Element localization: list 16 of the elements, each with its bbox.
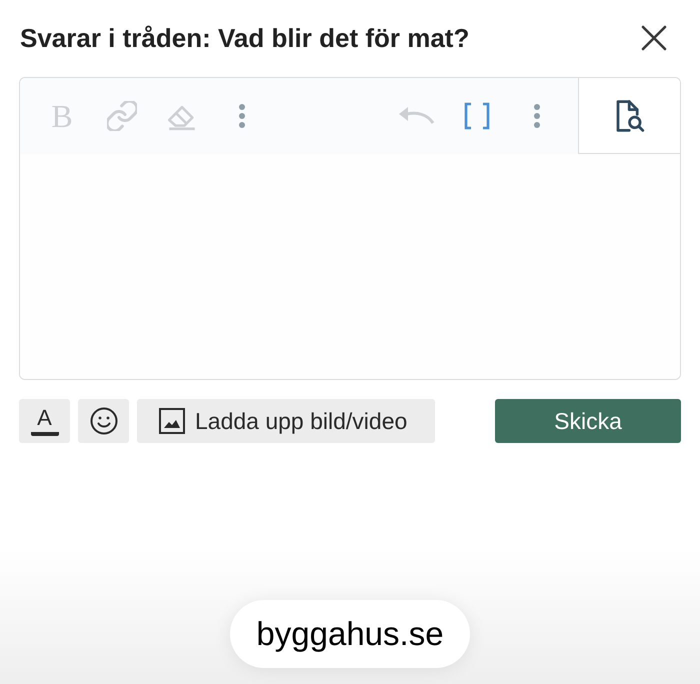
undo-icon: [399, 106, 435, 126]
text-color-button[interactable]: A: [19, 399, 70, 443]
upload-button[interactable]: Ladda upp bild/video: [137, 399, 435, 443]
close-button[interactable]: [640, 24, 668, 52]
close-icon: [641, 25, 667, 51]
send-button[interactable]: Skicka: [495, 399, 681, 443]
vertical-dots-icon: [533, 103, 541, 129]
link-icon: [107, 101, 137, 131]
address-bar[interactable]: byggahus.se: [230, 600, 470, 668]
vertical-dots-icon: [238, 103, 246, 129]
brackets-icon: [463, 102, 491, 130]
preview-button[interactable]: [578, 78, 680, 154]
image-icon: [159, 408, 185, 434]
dialog-title: Svarar i tråden: Vad blir det för mat?: [20, 22, 470, 54]
emoji-button[interactable]: [78, 399, 129, 443]
smiley-icon: [90, 407, 118, 435]
